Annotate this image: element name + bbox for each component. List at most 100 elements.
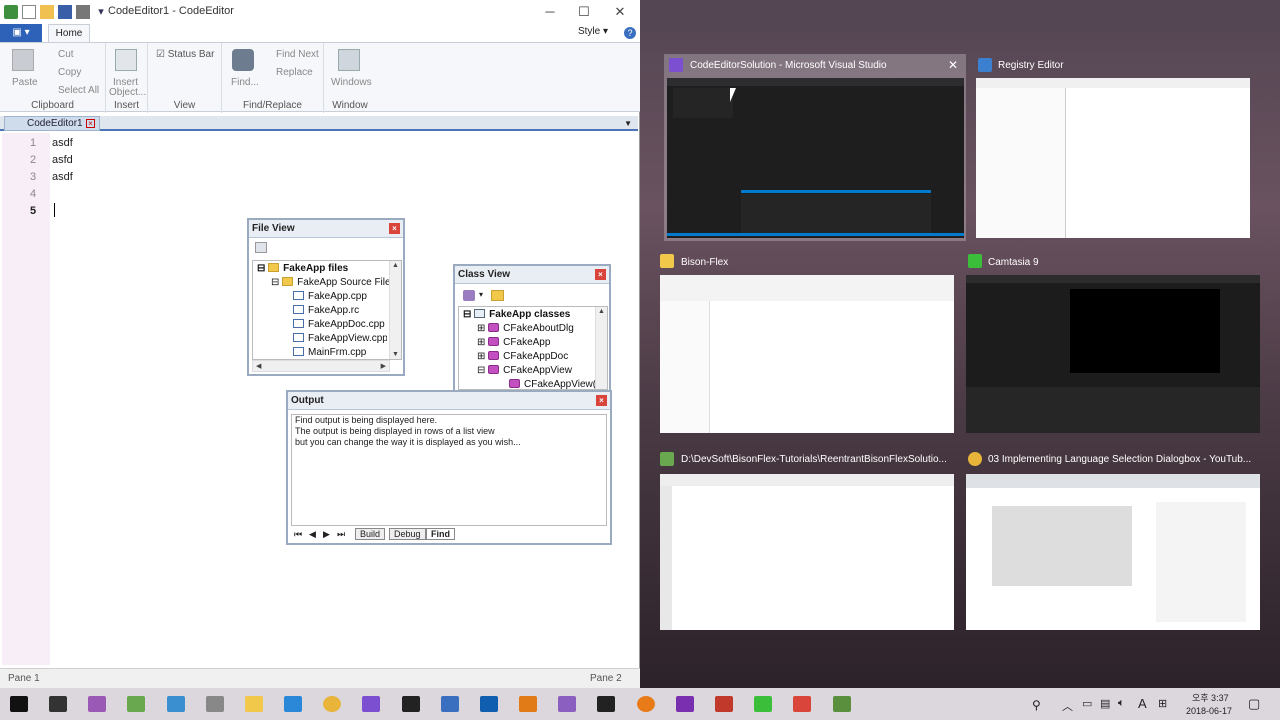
first-tab-icon[interactable]: ⏮ bbox=[294, 529, 302, 540]
vertical-scrollbar[interactable]: ▲ bbox=[595, 307, 607, 389]
visual-studio-alt-icon[interactable] bbox=[558, 696, 576, 712]
tab-build[interactable]: Build bbox=[355, 528, 386, 540]
code-editor-icon[interactable] bbox=[833, 696, 851, 712]
select-all-button[interactable]: Select All bbox=[58, 85, 99, 96]
visual-studio-icon[interactable] bbox=[362, 696, 380, 712]
tree-item[interactable]: ⊟ CFakeAppView bbox=[477, 365, 572, 376]
tree-item[interactable]: FakeApp.rc bbox=[293, 305, 359, 316]
close-icon[interactable]: ✕ bbox=[948, 58, 958, 72]
tab-find[interactable]: Find bbox=[426, 528, 455, 540]
scroll-down-icon[interactable]: ▼ bbox=[392, 351, 399, 358]
scroll-up-icon[interactable]: ▲ bbox=[598, 308, 605, 315]
paste-button[interactable]: Paste bbox=[12, 77, 38, 88]
blender-icon[interactable] bbox=[637, 696, 655, 712]
app-icon[interactable] bbox=[441, 696, 459, 712]
open-icon[interactable] bbox=[40, 5, 54, 19]
tree-item[interactable]: ⊟ FakeApp files bbox=[257, 263, 348, 274]
terminal-icon[interactable] bbox=[597, 696, 615, 712]
network-icon[interactable] bbox=[167, 696, 185, 712]
windows-button[interactable]: Windows bbox=[331, 77, 372, 88]
scroll-up-icon[interactable]: ▲ bbox=[392, 262, 399, 269]
tree-item[interactable]: ⊞ CFakeAboutDlg bbox=[477, 323, 574, 334]
close-icon[interactable]: × bbox=[596, 395, 607, 406]
output-list[interactable]: Find output is being displayed here. The… bbox=[291, 414, 607, 526]
tree-item[interactable]: MainFrm.cpp bbox=[293, 347, 366, 358]
window-thumbnail[interactable] bbox=[966, 275, 1260, 433]
status-bar-checkbox[interactable]: ☑ Status Bar bbox=[156, 49, 214, 60]
clock-time[interactable]: 오후 3:37 bbox=[1192, 691, 1229, 704]
tab-dropdown-icon[interactable]: ▼ bbox=[624, 119, 632, 128]
tree-item[interactable]: FakeAppView.cpp bbox=[293, 333, 387, 344]
new-folder-icon[interactable] bbox=[491, 290, 504, 301]
file-view-header[interactable]: File View × bbox=[249, 220, 403, 238]
app-icon[interactable] bbox=[88, 696, 106, 712]
toolbar-icon[interactable] bbox=[255, 242, 267, 253]
outlook-icon[interactable] bbox=[480, 696, 498, 712]
window-thumbnail[interactable] bbox=[660, 474, 954, 630]
tree-item[interactable]: ⊟ FakeApp classes bbox=[463, 309, 570, 320]
tree-item[interactable]: ⊟ FakeApp Source Files bbox=[271, 277, 396, 288]
camtasia-recorder-icon[interactable] bbox=[793, 696, 811, 712]
help-icon[interactable]: ? bbox=[624, 27, 636, 39]
volume-icon[interactable]: 🔈︎ bbox=[1118, 697, 1125, 710]
powerpoint-icon[interactable] bbox=[715, 696, 733, 712]
output-header[interactable]: Output × bbox=[288, 392, 610, 410]
tab-home[interactable]: Home bbox=[48, 24, 90, 42]
window-thumbnail[interactable] bbox=[976, 78, 1250, 238]
cut-button[interactable]: Cut bbox=[58, 49, 74, 60]
window-thumbnail[interactable] bbox=[966, 474, 1260, 630]
file-explorer-icon[interactable] bbox=[245, 696, 263, 712]
clock-date[interactable]: 2018-06-17 bbox=[1186, 706, 1232, 716]
tab-debug[interactable]: Debug bbox=[389, 528, 426, 540]
close-tab-icon[interactable]: × bbox=[86, 119, 95, 128]
scroll-left-icon[interactable]: ◀ bbox=[256, 362, 261, 370]
replace-button[interactable]: Replace bbox=[276, 67, 313, 78]
tree-item[interactable]: ⊞ CFakeApp bbox=[477, 337, 550, 348]
last-tab-icon[interactable]: ⏭ bbox=[337, 529, 345, 540]
camtasia-icon[interactable] bbox=[754, 696, 772, 712]
vertical-scrollbar[interactable]: ▲ ▼ bbox=[389, 261, 401, 359]
tree-item[interactable]: FakeApp.cpp bbox=[293, 291, 367, 302]
copy-button[interactable]: Copy bbox=[58, 67, 81, 78]
scroll-right-icon[interactable]: ▶ bbox=[381, 362, 386, 370]
tool-icon[interactable] bbox=[206, 696, 224, 712]
prev-tab-icon[interactable]: ◀ bbox=[309, 529, 316, 540]
minimize-button[interactable]: ─ bbox=[532, 0, 568, 24]
chrome-icon[interactable] bbox=[323, 696, 341, 712]
save-icon[interactable] bbox=[58, 5, 72, 19]
close-icon[interactable]: × bbox=[595, 269, 606, 280]
notepad-plus-icon[interactable] bbox=[127, 696, 145, 712]
battery-icon[interactable]: ▭ bbox=[1082, 697, 1092, 710]
maximize-button[interactable]: ☐ bbox=[566, 0, 602, 24]
application-button[interactable]: ▣ ▾ bbox=[0, 24, 42, 42]
ime-indicator[interactable]: A bbox=[1138, 696, 1147, 711]
app-icon[interactable] bbox=[4, 5, 18, 19]
editor-icon[interactable] bbox=[402, 696, 420, 712]
new-icon[interactable] bbox=[22, 5, 36, 19]
tree-item[interactable]: FakeAppDoc.cpp bbox=[293, 319, 385, 330]
window-thumbnail[interactable] bbox=[660, 275, 954, 433]
chevron-down-icon[interactable]: ▾ bbox=[94, 5, 108, 19]
chevron-down-icon[interactable]: ▾ bbox=[479, 290, 483, 299]
onenote-icon[interactable] bbox=[676, 696, 694, 712]
network-status-icon[interactable]: ▤ bbox=[1100, 697, 1110, 710]
start-icon[interactable] bbox=[10, 696, 28, 712]
notification-icon[interactable]: ▢ bbox=[1248, 696, 1260, 712]
tab-codeeditor1[interactable]: CodeEditor1 × bbox=[4, 116, 100, 131]
sort-icon[interactable] bbox=[463, 290, 475, 301]
next-tab-icon[interactable]: ▶ bbox=[323, 529, 330, 540]
find-button[interactable]: Find... bbox=[231, 77, 259, 88]
ime-mode-icon[interactable]: ⊞ bbox=[1158, 697, 1167, 710]
insert-button-line2[interactable]: Object... bbox=[109, 87, 146, 98]
print-icon[interactable] bbox=[76, 5, 90, 19]
tree-item[interactable]: CFakeAppView() bbox=[509, 379, 599, 389]
close-icon[interactable]: × bbox=[389, 223, 400, 234]
close-button[interactable]: ✕ bbox=[602, 0, 638, 24]
people-icon[interactable]: ⚲ bbox=[1032, 698, 1041, 712]
tree-item[interactable]: ⊞ CFakeAppDoc bbox=[477, 351, 568, 362]
chevron-up-icon[interactable]: ︿ bbox=[1062, 698, 1073, 714]
task-view-icon[interactable] bbox=[49, 696, 67, 712]
horizontal-scrollbar[interactable]: ◀ ▶ bbox=[252, 360, 390, 372]
find-next-button[interactable]: Find Next bbox=[276, 49, 319, 60]
style-menu[interactable]: Style ▾ bbox=[578, 26, 608, 37]
